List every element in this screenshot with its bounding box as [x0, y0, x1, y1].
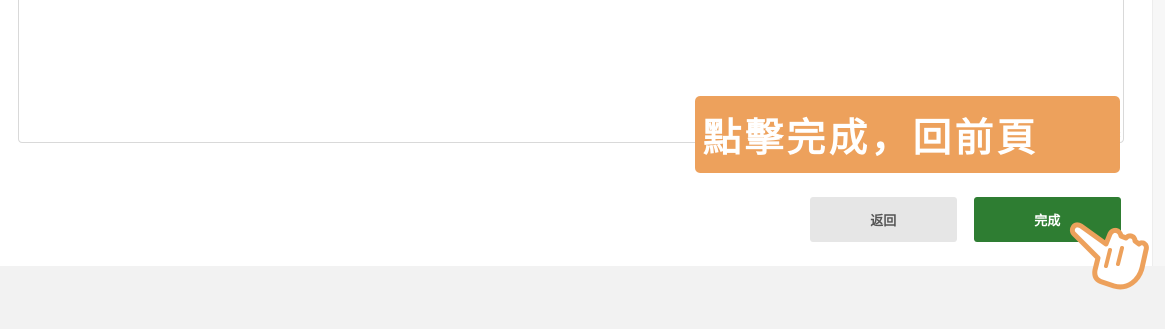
pointing-hand-icon: [1069, 222, 1149, 290]
vertical-scrollbar[interactable]: [1152, 0, 1165, 266]
tutorial-callout: 點擊完成，回前頁: [695, 96, 1120, 173]
back-button[interactable]: 返回: [810, 197, 957, 242]
callout-text: 點擊完成，回前頁: [703, 115, 1040, 161]
